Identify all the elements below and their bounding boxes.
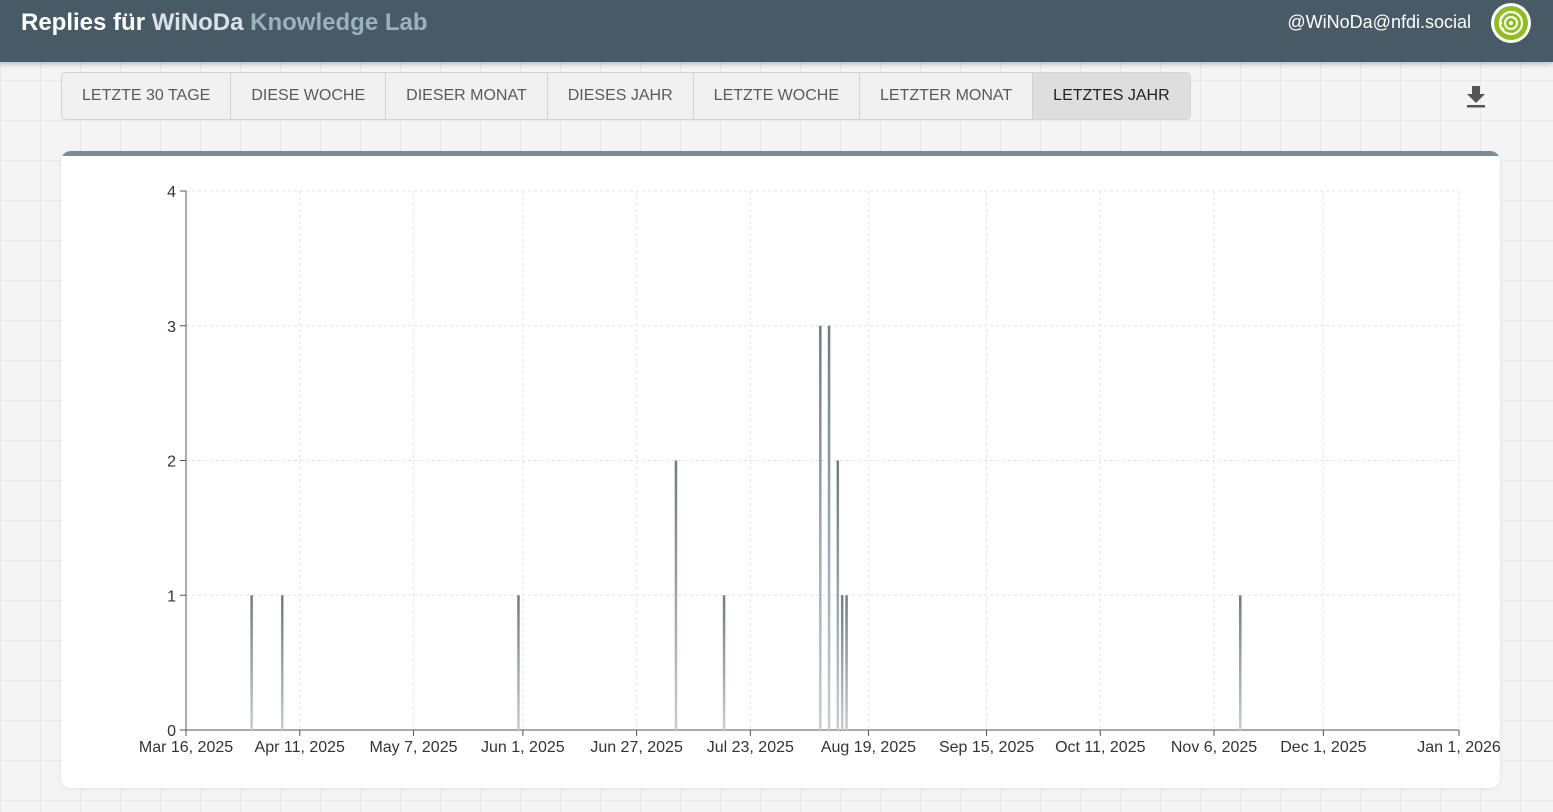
x-tick-label: Jun 27, 2025 xyxy=(590,739,683,756)
x-tick-label: Mar 16, 2025 xyxy=(139,739,233,756)
time-range-tabs: LETZTE 30 TAGE DIESE WOCHE DIESER MONAT … xyxy=(61,72,1191,120)
tab-letzte-30-tage[interactable]: LETZTE 30 TAGE xyxy=(62,73,232,119)
x-tick-label: Jan 1, 2026 xyxy=(1417,739,1500,756)
tab-diese-woche[interactable]: DIESE WOCHE xyxy=(231,73,387,119)
title-prefix: Replies für xyxy=(21,9,152,36)
chart-bar xyxy=(827,325,831,730)
chart-bar xyxy=(836,460,840,730)
x-tick-label: May 7, 2025 xyxy=(369,739,457,756)
account-handle[interactable]: @WiNoDa@nfdi.social xyxy=(1287,10,1471,34)
chart-bar xyxy=(250,595,253,730)
x-tick-label: Jun 1, 2025 xyxy=(481,739,565,756)
y-tick-label: 0 xyxy=(167,723,176,740)
chart-bar xyxy=(819,325,822,730)
chart-bar xyxy=(517,595,520,730)
x-tick-label: Dec 1, 2025 xyxy=(1280,739,1366,756)
winoda-logo-icon[interactable] xyxy=(1491,3,1531,43)
chart-bar xyxy=(1239,595,1242,730)
tab-letztes-jahr[interactable]: LETZTES JAHR xyxy=(1033,73,1190,119)
y-tick-label: 1 xyxy=(167,588,176,605)
chart-bar xyxy=(840,595,844,730)
brand-name-part2: Knowledge Lab xyxy=(250,9,428,36)
chart-bar xyxy=(674,460,678,730)
chart-card: 0 1 2 3 4 Mar 16, 2025 Apr 11, 2025 May 7, 2025… xyxy=(61,151,1500,788)
x-tick-label: Jul 23, 2025 xyxy=(707,739,794,756)
page-title: Replies für WiNoDa Knowledge Lab xyxy=(21,6,428,40)
x-tick-label: Nov 6, 2025 xyxy=(1171,739,1257,756)
x-tick-label: Aug 19, 2025 xyxy=(821,739,916,756)
chart-bar xyxy=(280,595,284,730)
chart-bar xyxy=(722,595,726,730)
tab-dieses-jahr[interactable]: DIESES JAHR xyxy=(548,73,694,119)
x-tick-label: Apr 11, 2025 xyxy=(255,739,346,756)
tab-letzte-woche[interactable]: LETZTE WOCHE xyxy=(694,73,861,119)
y-tick-label: 4 xyxy=(167,184,176,201)
top-bar: Replies für WiNoDa Knowledge Lab @WiNoDa… xyxy=(0,0,1553,62)
tab-letzter-monat[interactable]: LETZTER MONAT xyxy=(860,73,1034,119)
x-tick-label: Sep 15, 2025 xyxy=(939,739,1034,756)
x-tick-label: Oct 11, 2025 xyxy=(1055,739,1146,756)
chart-bar xyxy=(845,595,848,730)
replies-chart: 0 1 2 3 4 Mar 16, 2025 Apr 11, 2025 May 7, 2025… xyxy=(139,184,1500,756)
y-tick-label: 2 xyxy=(167,454,176,471)
y-tick-label: 3 xyxy=(167,319,176,336)
tab-dieser-monat[interactable]: DIESER MONAT xyxy=(386,73,548,119)
brand-name-part1: WiNoDa xyxy=(151,9,244,36)
download-icon[interactable] xyxy=(1463,83,1489,109)
